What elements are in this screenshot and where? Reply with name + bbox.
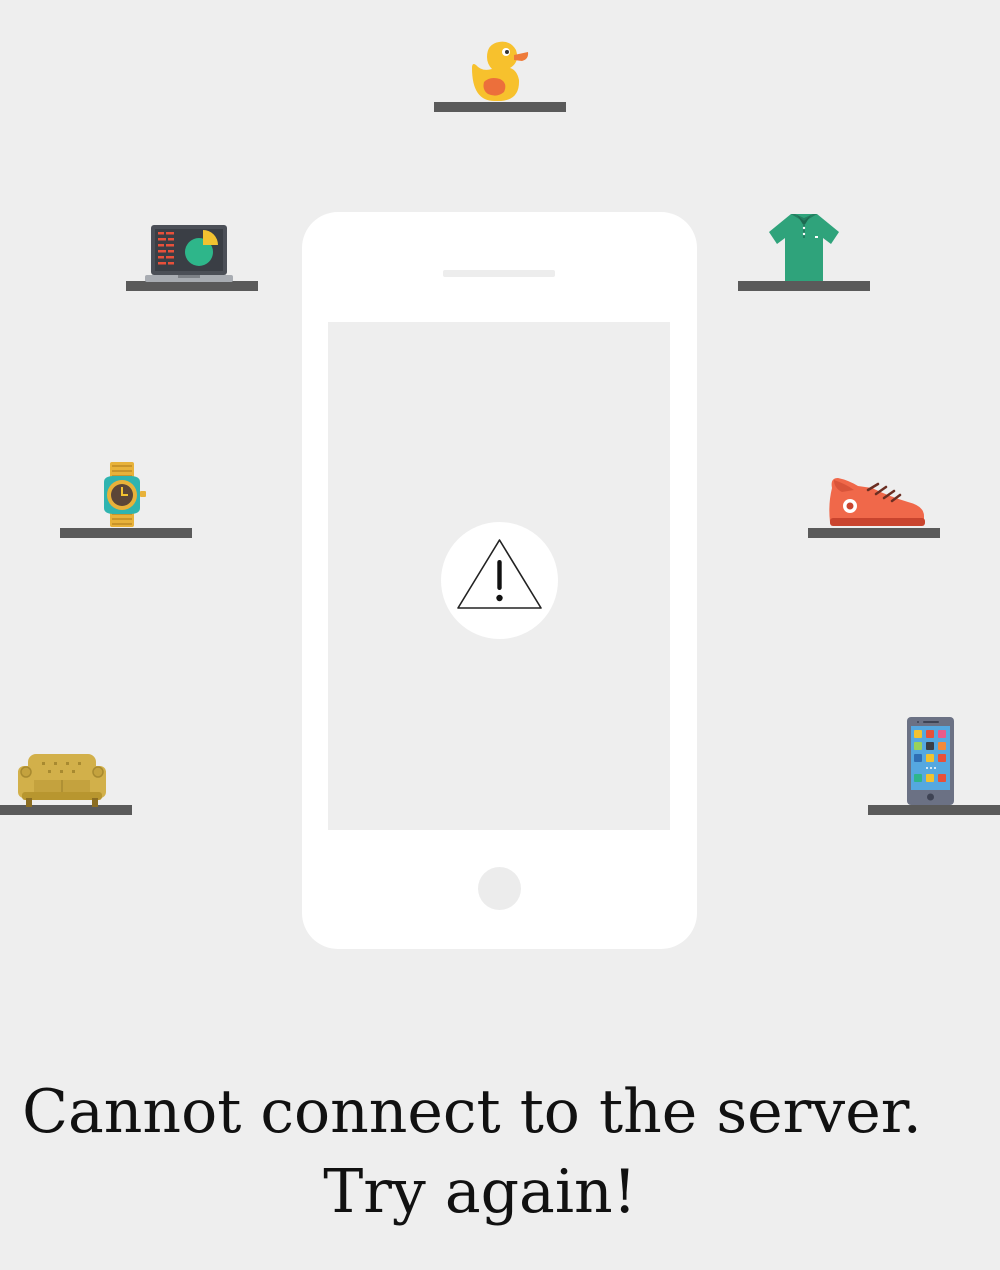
- warning-icon: [457, 539, 542, 609]
- shelf-phone: [868, 805, 1000, 815]
- error-message-line1: Cannot connect to the server.: [22, 1077, 922, 1147]
- sneaker-icon: [829, 478, 925, 526]
- smartphone-icon: [907, 717, 954, 805]
- phone-speaker: [443, 270, 555, 277]
- laptop-icon: [145, 225, 233, 282]
- phone-home-button: [478, 867, 521, 910]
- phone-illustration: [302, 212, 697, 949]
- warning-badge: [441, 522, 558, 639]
- wristwatch-icon: [104, 462, 146, 527]
- phone-screen: [328, 322, 670, 830]
- shelf-shoe: [808, 528, 940, 538]
- rubber-duck-icon: [472, 41, 529, 102]
- error-message: Cannot connect to the server. Try again!: [0, 1072, 1000, 1232]
- shelf-watch: [60, 528, 192, 538]
- try-again-text[interactable]: Try again!: [0, 1152, 1000, 1232]
- polo-shirt-icon: [769, 214, 839, 281]
- shelf-shirt: [738, 281, 870, 291]
- armchair-icon: [18, 754, 106, 807]
